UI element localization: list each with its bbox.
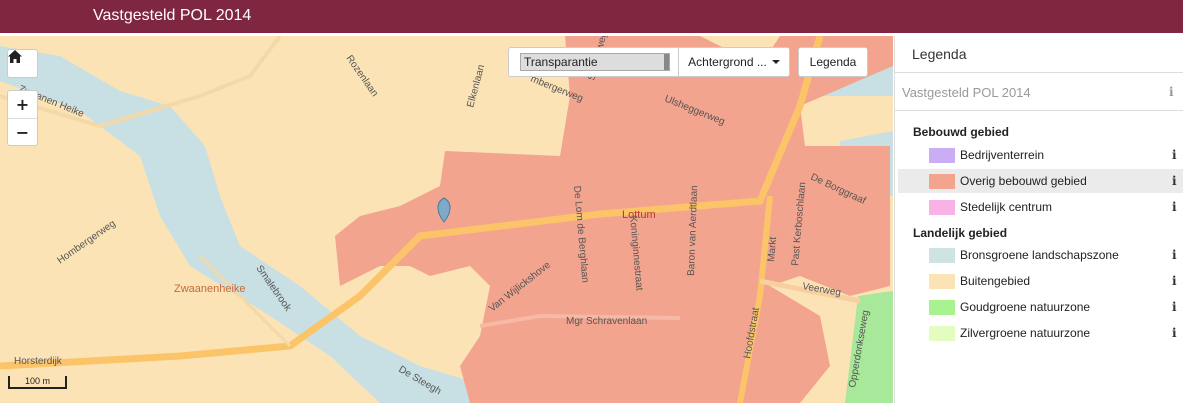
slider-handle[interactable] bbox=[664, 54, 669, 70]
legend-item[interactable]: Bedrijventerrein i bbox=[898, 143, 1183, 167]
legend-swatch bbox=[929, 174, 955, 189]
app-title: Vastgesteld POL 2014 bbox=[93, 7, 252, 24]
map-canvas[interactable]: Lottum Zwaanenheike Horsterdijk Homberge… bbox=[0, 36, 893, 403]
info-icon[interactable]: i bbox=[1172, 300, 1177, 314]
info-icon[interactable]: i bbox=[1172, 174, 1177, 188]
scale-bar: 100 m bbox=[8, 376, 67, 389]
home-control bbox=[7, 49, 38, 78]
legend-swatch bbox=[929, 200, 955, 215]
zoom-control: + − bbox=[7, 90, 38, 146]
legend-item[interactable]: Goudgroene natuurzone i bbox=[898, 295, 1183, 319]
place-label: Zwaanenheike bbox=[174, 283, 246, 295]
legend-group-title: Landelijk gebied bbox=[913, 226, 1008, 240]
legend-label: Bronsgroene landschapszone bbox=[960, 248, 1119, 262]
legend-label: Buitengebied bbox=[960, 274, 1031, 288]
home-button[interactable] bbox=[8, 50, 37, 77]
legend-panel: Legenda Vastgesteld POL 2014 i Bebouwd g… bbox=[894, 36, 1183, 403]
info-icon[interactable]: i bbox=[1172, 148, 1177, 162]
legend-item[interactable]: Overig bebouwd gebied i bbox=[898, 169, 1183, 193]
zoom-out-button[interactable]: − bbox=[8, 118, 37, 145]
layer-row[interactable]: Vastgesteld POL 2014 i bbox=[895, 73, 1183, 111]
legend-item[interactable]: Bronsgroene landschapszone i bbox=[898, 243, 1183, 267]
legend-item[interactable]: Buitengebied i bbox=[898, 269, 1183, 293]
street-label: Mgr Schravenlaan bbox=[566, 316, 647, 327]
info-icon[interactable]: i bbox=[1172, 326, 1177, 340]
map-toolbar: Transparantie Achtergrond ... Legenda bbox=[508, 47, 868, 77]
legend-header: Legenda bbox=[895, 36, 1183, 73]
transparency-label: Transparantie bbox=[524, 55, 598, 69]
legend-label: Overig bebouwd gebied bbox=[960, 174, 1087, 188]
home-icon bbox=[8, 50, 22, 63]
street-label: Horsterdijk bbox=[14, 356, 63, 367]
legend-label: Bedrijventerrein bbox=[960, 148, 1045, 162]
background-label: Achtergrond ... bbox=[688, 55, 767, 69]
title-bar: Vastgesteld POL 2014 bbox=[0, 0, 1183, 33]
legend-swatch bbox=[929, 148, 955, 163]
zoom-in-button[interactable]: + bbox=[8, 91, 37, 118]
legend-swatch bbox=[929, 300, 955, 315]
info-icon[interactable]: i bbox=[1172, 200, 1177, 214]
legend-swatch bbox=[929, 274, 955, 289]
legend-label: Zilvergroene natuurzone bbox=[960, 326, 1091, 340]
legend-item[interactable]: Stedelijk centrum i bbox=[898, 195, 1183, 219]
legend-swatch bbox=[929, 248, 955, 263]
legend-swatch bbox=[929, 326, 955, 341]
info-icon[interactable]: i bbox=[1169, 85, 1174, 99]
layer-name: Vastgesteld POL 2014 bbox=[902, 85, 1031, 100]
legend-button[interactable]: Legenda bbox=[798, 47, 868, 77]
background-dropdown[interactable]: Achtergrond ... bbox=[679, 47, 790, 77]
info-icon[interactable]: i bbox=[1172, 248, 1177, 262]
legend-group-title: Bebouwd gebied bbox=[913, 125, 1009, 139]
legend-label: Goudgroene natuurzone bbox=[960, 300, 1091, 314]
street-label: Markt bbox=[766, 236, 779, 262]
map-view[interactable]: Lottum Zwaanenheike Horsterdijk Homberge… bbox=[0, 36, 893, 403]
transparency-control: Transparantie bbox=[508, 47, 679, 77]
legend-label: Stedelijk centrum bbox=[960, 200, 1053, 214]
caret-down-icon bbox=[771, 60, 780, 64]
legend-item[interactable]: Zilvergroene natuurzone i bbox=[898, 321, 1183, 345]
info-icon[interactable]: i bbox=[1172, 274, 1177, 288]
transparency-slider[interactable]: Transparantie bbox=[520, 53, 670, 71]
